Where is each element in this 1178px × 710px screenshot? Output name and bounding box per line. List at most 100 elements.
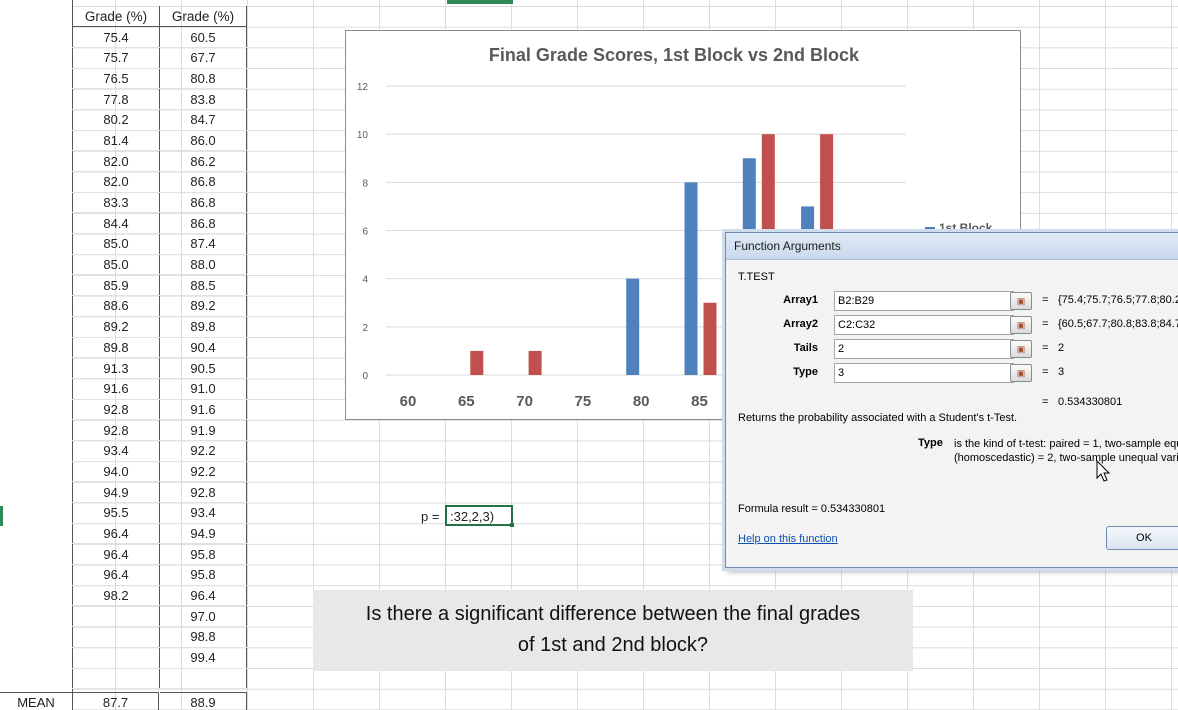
cell-block1[interactable]: 96.4 (72, 564, 160, 586)
cell-block1[interactable]: 81.4 (72, 130, 160, 152)
cell-block2[interactable]: 88.0 (159, 254, 247, 276)
cell-block2[interactable]: 86.8 (159, 192, 247, 214)
cell-block1[interactable]: 91.3 (72, 357, 160, 379)
mouse-cursor-icon (1096, 460, 1111, 482)
cell-block1[interactable]: 85.9 (72, 274, 160, 297)
cell-block1[interactable] (72, 668, 160, 690)
array2-input[interactable]: C2:C32 (834, 315, 1014, 335)
cell-block1[interactable]: 94.9 (72, 481, 160, 503)
cell-block1[interactable]: 89.2 (72, 316, 160, 338)
table-row: 95.5 93.4 (72, 502, 247, 524)
cell-block2[interactable]: 90.4 (159, 337, 247, 359)
cell-block2[interactable]: 91.9 (159, 419, 247, 441)
cell-block1[interactable]: 75.7 (72, 47, 160, 69)
cell-block1[interactable]: 98.2 (72, 585, 160, 607)
type-description-line-1: is the kind of t-test: paired = 1, two-s… (954, 438, 1178, 450)
cell-block2[interactable]: 95.8 (159, 543, 247, 566)
cell-block2[interactable]: 86.8 (159, 212, 247, 235)
function-description: Returns the probability associated with … (738, 412, 1018, 424)
cell-block2[interactable]: 90.5 (159, 357, 247, 379)
type-input[interactable]: 3 (834, 363, 1014, 383)
cell-block2[interactable]: 60.5 (159, 26, 247, 48)
cell-block2[interactable]: 95.8 (159, 564, 247, 586)
column-a[interactable] (0, 0, 73, 710)
cell-block1[interactable]: 96.4 (72, 543, 160, 566)
arg-equals: = (1042, 318, 1049, 330)
cell-block2[interactable]: 89.8 (159, 316, 247, 338)
banner-line-2: of 1st and 2nd block? (517, 634, 709, 656)
cell-block2[interactable]: 83.8 (159, 88, 247, 110)
cell-block1[interactable]: 77.8 (72, 88, 160, 110)
cell-block1[interactable]: 88.6 (72, 295, 160, 317)
collapse-dialog-icon[interactable]: ▣ (1010, 364, 1032, 382)
cell-block1[interactable]: 76.5 (72, 68, 160, 90)
table-row: 91.6 91.0 (72, 378, 247, 400)
banner-line-1: Is there a significant difference betwee… (365, 603, 861, 625)
cell-block2[interactable]: 93.4 (159, 502, 247, 524)
cell-block1[interactable]: 85.0 (72, 254, 160, 276)
header-grade-block2[interactable]: Grade (%) (159, 6, 247, 28)
collapse-dialog-icon[interactable]: ▣ (1010, 316, 1032, 334)
cell-block1[interactable]: 84.4 (72, 212, 160, 235)
tails-input[interactable]: 2 (834, 339, 1014, 359)
cell-block1[interactable] (72, 605, 160, 628)
ok-button[interactable]: OK (1106, 526, 1178, 550)
help-link[interactable]: Help on this function (738, 533, 838, 545)
y-tick-label: 12 (357, 82, 369, 93)
cell-block2[interactable]: 96.4 (159, 585, 247, 607)
p-value-cell[interactable]: :32,2,3) (445, 505, 514, 527)
cell-block1[interactable]: 82.0 (72, 150, 160, 172)
arg-row-tails: Tails 2 ▣ = 2 (738, 339, 1178, 359)
cell-block2[interactable]: 92.2 (159, 440, 247, 462)
cell-block1[interactable]: 91.6 (72, 378, 160, 400)
cell-block1[interactable] (72, 626, 160, 648)
y-tick-label: 2 (362, 323, 368, 334)
cell-block2[interactable]: 99.4 (159, 647, 247, 669)
cell-block1[interactable]: 94.0 (72, 461, 160, 483)
cell-block1[interactable]: 89.8 (72, 337, 160, 359)
header-grade-block1[interactable]: Grade (%) (72, 6, 160, 28)
cell-block1[interactable]: 82.0 (72, 171, 160, 193)
cell-block1[interactable]: 96.4 (72, 523, 160, 545)
collapse-dialog-icon[interactable]: ▣ (1010, 340, 1032, 358)
cell-block2[interactable]: 92.2 (159, 461, 247, 483)
table-row: 92.8 91.9 (72, 419, 247, 441)
x-tick-label: 75 (575, 393, 592, 410)
cell-block2[interactable]: 80.8 (159, 68, 247, 90)
cell-block2[interactable]: 84.7 (159, 109, 247, 131)
formula-result-value: 0.534330801 (820, 503, 886, 515)
array1-input[interactable]: B2:B29 (834, 291, 1014, 311)
cell-block1[interactable]: 83.3 (72, 192, 160, 214)
cell-block2[interactable]: 97.0 (159, 605, 247, 628)
mean-block2[interactable]: 88.9 (160, 692, 247, 710)
cell-block1[interactable]: 92.8 (72, 419, 160, 441)
cell-block1[interactable]: 93.4 (72, 440, 160, 462)
cell-block2[interactable]: 91.0 (159, 378, 247, 400)
mean-label[interactable]: MEAN (0, 692, 72, 710)
cell-block2[interactable]: 89.2 (159, 295, 247, 317)
table-row: 82.0 86.2 (72, 150, 247, 172)
cell-block2[interactable]: 98.8 (159, 626, 247, 648)
collapse-dialog-icon[interactable]: ▣ (1010, 292, 1032, 310)
cell-block2[interactable]: 91.6 (159, 399, 247, 421)
cell-block2[interactable]: 86.2 (159, 150, 247, 172)
cell-block2[interactable]: 92.8 (159, 481, 247, 503)
cell-block1[interactable]: 95.5 (72, 502, 160, 524)
table-row: 75.4 60.5 (72, 26, 247, 48)
cell-block2[interactable]: 88.5 (159, 274, 247, 297)
function-arguments-dialog[interactable]: Function Arguments T.TEST Array1 B2:B29 … (725, 232, 1178, 568)
cell-block2[interactable]: 86.0 (159, 130, 247, 152)
cell-block2[interactable]: 67.7 (159, 47, 247, 69)
dialog-title[interactable]: Function Arguments (726, 233, 1178, 260)
cell-block1[interactable]: 85.0 (72, 233, 160, 255)
cell-block1[interactable]: 92.8 (72, 399, 160, 421)
mean-block1[interactable]: 87.7 (72, 692, 159, 710)
cell-block1[interactable] (72, 647, 160, 669)
cell-block2[interactable] (159, 668, 247, 690)
table-row: 88.6 89.2 (72, 295, 247, 317)
cell-block2[interactable]: 94.9 (159, 523, 247, 545)
cell-block1[interactable]: 75.4 (72, 26, 160, 48)
cell-block1[interactable]: 80.2 (72, 109, 160, 131)
cell-block2[interactable]: 86.8 (159, 171, 247, 193)
cell-block2[interactable]: 87.4 (159, 233, 247, 255)
